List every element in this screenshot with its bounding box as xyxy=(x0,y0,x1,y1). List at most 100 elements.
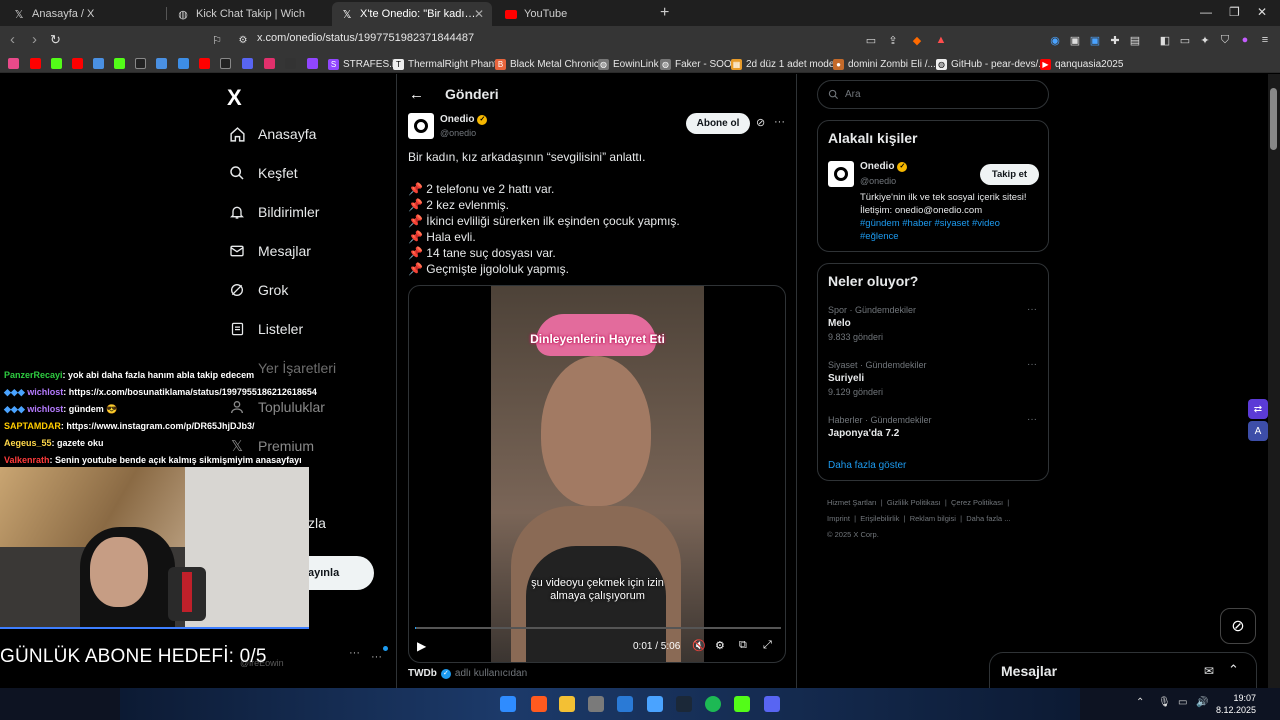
nav-more[interactable]: zla xyxy=(308,515,326,531)
brave-rewards-icon[interactable]: ▲ xyxy=(934,33,948,47)
youtube-icon[interactable] xyxy=(72,58,83,69)
translate-icon[interactable]: A xyxy=(1248,421,1268,441)
profile-icon[interactable]: ● xyxy=(1238,33,1252,47)
trend-item[interactable]: Siyaset · Gündemdekiler Suriyeli 9.129 g… xyxy=(828,360,927,397)
mute-icon[interactable]: 🔇 xyxy=(692,639,706,652)
discord-icon[interactable] xyxy=(764,696,780,712)
scrollbar[interactable] xyxy=(1268,74,1280,688)
folder-icon[interactable] xyxy=(559,696,575,712)
messages-drawer[interactable]: Mesajlar ✉ ⌃ xyxy=(989,652,1257,688)
bookmark-qanquasia[interactable]: ▶ qanquasia2025 xyxy=(1040,57,1123,71)
menu-icon[interactable]: ≡ xyxy=(1258,33,1272,47)
bookmark-icon[interactable] xyxy=(178,58,189,69)
youtube-icon[interactable] xyxy=(199,58,210,69)
wallet-icon[interactable]: ▭ xyxy=(1178,33,1192,47)
reload-icon[interactable]: ↻ xyxy=(50,32,61,48)
bookmark-strafes[interactable]: S STRAFES.io xyxy=(328,57,400,71)
quoted-source[interactable]: TWDb ✓ adlı kullanıcıdan xyxy=(408,668,527,679)
more-icon[interactable]: ··· xyxy=(774,116,785,128)
trend-item[interactable]: Spor · Gündemdekiler Melo 9.833 gönderi xyxy=(828,305,916,342)
bookmark-faker-soop[interactable]: ◍ Faker - SOOP xyxy=(660,57,738,71)
volume-icon[interactable]: 🔊 xyxy=(1196,697,1208,708)
x-logo-icon[interactable]: X xyxy=(227,85,242,111)
sidebar-icon[interactable]: ◧ xyxy=(1158,33,1172,47)
close-window-icon[interactable]: ✕ xyxy=(1257,5,1267,19)
youtube-icon[interactable] xyxy=(30,58,41,69)
forward-icon[interactable]: › xyxy=(32,31,37,48)
author-handle[interactable]: @onedio xyxy=(440,128,476,138)
puzzle-icon[interactable]: ✚ xyxy=(1108,33,1122,47)
bookmark-icon[interactable] xyxy=(156,58,167,69)
kick-icon[interactable] xyxy=(51,58,62,69)
tab-onedio-post[interactable]: 𝕏 X'te Onedio: "Bir kadın, kız arkad ✕ xyxy=(332,2,492,26)
search-input[interactable]: Ara xyxy=(817,80,1049,109)
clock-time[interactable]: 19:07 xyxy=(1222,693,1256,703)
follow-button[interactable]: Takip et xyxy=(980,164,1039,185)
extension-icon[interactable]: ▤ xyxy=(1128,33,1142,47)
avatar[interactable] xyxy=(408,113,434,139)
site-info-icon[interactable]: ⚙ xyxy=(236,33,250,47)
footer-link[interactable]: Gizlilik Politikası xyxy=(887,498,941,507)
address-bar[interactable]: x.com/onedio/status/1997751982371844487 xyxy=(257,32,474,44)
grok-icon[interactable]: ⊘ xyxy=(1220,608,1256,644)
nav-premium[interactable]: 𝕏 Premium xyxy=(228,437,314,455)
bookmark-icon[interactable] xyxy=(114,58,125,69)
bookmark-icon[interactable] xyxy=(285,58,296,69)
mic-icon[interactable]: 🎙 xyxy=(1158,697,1171,708)
scrollbar-thumb[interactable] xyxy=(1270,88,1277,150)
footer-link[interactable]: Erişilebilirlik xyxy=(860,514,899,523)
more-icon[interactable]: ··· xyxy=(1027,414,1037,425)
fullscreen-icon[interactable]: ⤢ xyxy=(763,639,772,652)
bookmark-icon[interactable] xyxy=(242,58,253,69)
extension-icon[interactable]: ⇄ xyxy=(1248,399,1268,419)
grok-icon[interactable]: ⊘ xyxy=(756,116,765,129)
cast-icon[interactable]: ▭ xyxy=(864,33,878,47)
more-icon[interactable]: ··· xyxy=(1027,359,1037,370)
kick-icon[interactable] xyxy=(734,696,750,712)
more-icon[interactable]: ··· xyxy=(1027,304,1037,315)
tiktok-icon[interactable] xyxy=(135,58,146,69)
footer-link[interactable]: Imprint xyxy=(827,514,850,523)
pip-icon[interactable]: ⧉ xyxy=(739,639,747,652)
start-icon[interactable] xyxy=(500,696,516,712)
tab-youtube[interactable]: YouTube xyxy=(496,2,656,26)
nav-messages[interactable]: Mesajlar xyxy=(228,242,311,260)
more-icon[interactable]: ··· xyxy=(371,651,382,663)
extension-icon[interactable]: ▣ xyxy=(1068,33,1082,47)
spotify-icon[interactable] xyxy=(705,696,721,712)
app-icon[interactable] xyxy=(647,696,663,712)
bookmark-github[interactable]: ◍ GitHub - pear-devs/... xyxy=(936,57,1047,71)
nav-explore[interactable]: Keşfet xyxy=(228,164,298,182)
bookmark-black-metal[interactable]: B Black Metal Chronic... xyxy=(495,57,607,71)
play-icon[interactable]: ▶ xyxy=(417,639,426,653)
footer-link[interactable]: Çerez Politikası xyxy=(951,498,1003,507)
show-more-link[interactable]: Daha fazla göster xyxy=(828,460,906,471)
chevron-up-icon[interactable]: ⌃ xyxy=(1136,697,1144,708)
footer-link[interactable]: Hizmet Şartları xyxy=(827,498,877,507)
restore-icon[interactable]: ❐ xyxy=(1229,5,1240,19)
subscribe-button[interactable]: Abone ol xyxy=(686,113,750,134)
bookmark-icon[interactable] xyxy=(8,58,19,69)
bookmark-thermalright[interactable]: T ThermalRight Phant... xyxy=(393,57,505,71)
related-name[interactable]: Onedio ✓ xyxy=(860,161,908,172)
extension-icon[interactable]: ▣ xyxy=(1088,33,1102,47)
brave-shield-icon[interactable]: ◆ xyxy=(910,33,924,47)
nav-communities[interactable]: Topluluklar xyxy=(228,398,325,416)
twitch-icon[interactable] xyxy=(307,58,318,69)
bookmark-eowinlink[interactable]: ◍ EowinLink xyxy=(598,57,659,71)
nav-grok[interactable]: Grok xyxy=(228,281,288,299)
share-icon[interactable]: ⇪ xyxy=(886,33,900,47)
nav-home[interactable]: Anasayfa xyxy=(228,125,316,143)
new-tab-icon[interactable]: + xyxy=(660,4,669,22)
tab-kick-chat[interactable]: ◍ Kick Chat Takip | Wich xyxy=(168,2,328,26)
audio-icon[interactable]: ◉ xyxy=(1048,33,1062,47)
close-tab-icon[interactable]: ✕ xyxy=(474,7,484,21)
leo-icon[interactable]: ✦ xyxy=(1198,33,1212,47)
video-player[interactable]: Dinleyenlerin Hayret Eti şu videoyu çekm… xyxy=(408,285,786,663)
more-icon[interactable]: ··· xyxy=(349,647,360,659)
back-icon[interactable]: ‹ xyxy=(10,31,15,48)
bookmark-icon[interactable] xyxy=(93,58,104,69)
trend-item[interactable]: Haberler · Gündemdekiler Japonya'da 7.2 xyxy=(828,415,932,439)
back-arrow-icon[interactable]: ← xyxy=(409,86,424,103)
vpn-icon[interactable]: ⛉ xyxy=(1218,33,1232,47)
